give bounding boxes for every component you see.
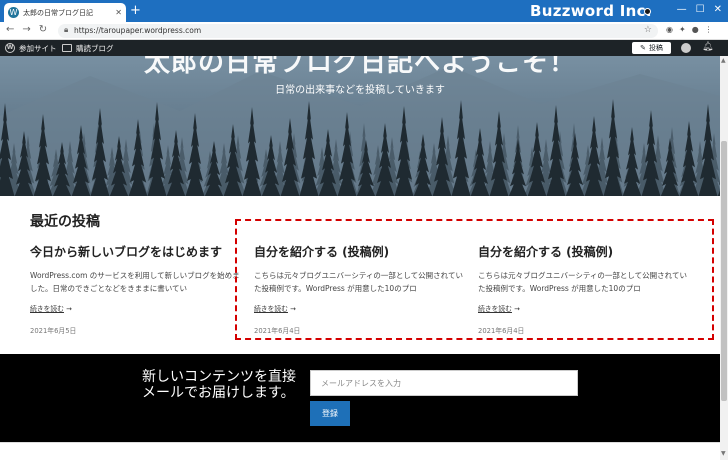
- scroll-down-icon[interactable]: ▼: [721, 450, 726, 457]
- scroll-up-icon[interactable]: ▲: [721, 57, 726, 64]
- post-title[interactable]: 今日から新しいブログをはじめます: [30, 243, 240, 260]
- profile-dot-icon: [644, 8, 651, 15]
- subscribe-section: 新しいコンテンツを直接メールでお届けします。 登録: [0, 354, 720, 442]
- forward-icon[interactable]: →: [22, 24, 30, 35]
- scroll-thumb[interactable]: [721, 141, 727, 401]
- brand-watermark: Buzzword Inc.: [530, 2, 652, 20]
- bookmark-star-icon[interactable]: ☆: [644, 25, 652, 35]
- email-field[interactable]: [310, 370, 578, 396]
- minimize-button[interactable]: —: [677, 4, 687, 15]
- hero-header: 太郎の日常ブログ日記へようこそ！ 日常の出来事などを投稿していきます: [0, 56, 720, 196]
- arrow-right-icon: →: [66, 305, 72, 313]
- menu-icon[interactable]: ⋮: [705, 25, 713, 34]
- url-field[interactable]: 🔒︎ https://taroupaper.wordpress.com ☆: [58, 24, 658, 38]
- notification-bell-icon[interactable]: 🔔︎: [702, 42, 713, 52]
- nav-buttons: ← → ↻: [6, 24, 47, 35]
- close-tab-icon[interactable]: ✕: [115, 8, 122, 17]
- reader-menu[interactable]: 購読ブログ: [62, 40, 114, 56]
- lock-icon: 🔒︎: [64, 25, 69, 34]
- site-tagline: 日常の出来事などを投稿していきます: [275, 85, 445, 96]
- wordpress-favicon-icon: W: [8, 7, 19, 18]
- back-icon[interactable]: ←: [6, 24, 14, 35]
- puzzle-icon[interactable]: ✦: [679, 25, 686, 34]
- close-window-button[interactable]: ✕: [714, 4, 722, 15]
- address-bar: ← → ↻ 🔒︎ https://taroupaper.wordpress.co…: [0, 22, 728, 40]
- browser-titlebar: W 太郎の日常ブログ日記 ✕ + Buzzword Inc. — ☐ ✕: [0, 0, 728, 22]
- url-text: https://taroupaper.wordpress.com: [74, 26, 202, 35]
- post-card: 今日から新しいブログをはじめます WordPress.com のサービスを利用し…: [30, 243, 240, 335]
- new-post-label: 投稿: [648, 44, 663, 52]
- post-excerpt: WordPress.com のサービスを利用して新しいブログを始めました。日常の…: [30, 271, 240, 293]
- my-sites-menu[interactable]: W 参加サイト: [5, 40, 57, 56]
- profile-icon[interactable]: ●: [692, 25, 699, 34]
- new-post-button[interactable]: ✎ 投稿: [632, 42, 671, 54]
- reader-label: 購読ブログ: [76, 43, 114, 53]
- post-date: 2021年6月5日: [30, 327, 77, 335]
- new-tab-button[interactable]: +: [130, 4, 141, 18]
- recent-posts-heading: 最近の投稿: [30, 214, 100, 230]
- subscribe-button[interactable]: 登録: [310, 401, 350, 426]
- read-more-label: 続きを読む: [30, 305, 64, 313]
- browser-tab[interactable]: W 太郎の日常ブログ日記 ✕: [4, 3, 126, 22]
- extension-icon[interactable]: ◉: [666, 25, 673, 34]
- page-bottom: [0, 442, 720, 460]
- read-more-link[interactable]: 続きを読む →: [30, 303, 240, 313]
- page-scrollbar[interactable]: ▲ ▼: [720, 56, 728, 460]
- my-sites-label: 参加サイト: [19, 43, 57, 53]
- write-icon: ✎: [640, 44, 646, 52]
- extension-icons: ◉ ✦ ● ⋮: [666, 25, 713, 34]
- reader-icon: [62, 44, 72, 52]
- reload-icon[interactable]: ↻: [39, 24, 47, 35]
- highlight-annotation-box: [235, 219, 714, 340]
- tab-title: 太郎の日常ブログ日記: [23, 8, 93, 17]
- maximize-button[interactable]: ☐: [696, 4, 705, 15]
- avatar[interactable]: [681, 43, 691, 53]
- window-controls: — ☐ ✕: [677, 4, 722, 15]
- wordpress-logo-icon: W: [5, 43, 15, 53]
- site-title[interactable]: 太郎の日常ブログ日記へようこそ！: [0, 56, 720, 79]
- subscribe-message: 新しいコンテンツを直接メールでお届けします。: [142, 369, 296, 401]
- wp-admin-bar: W 参加サイト 購読ブログ ✎ 投稿 🔔︎: [0, 40, 728, 56]
